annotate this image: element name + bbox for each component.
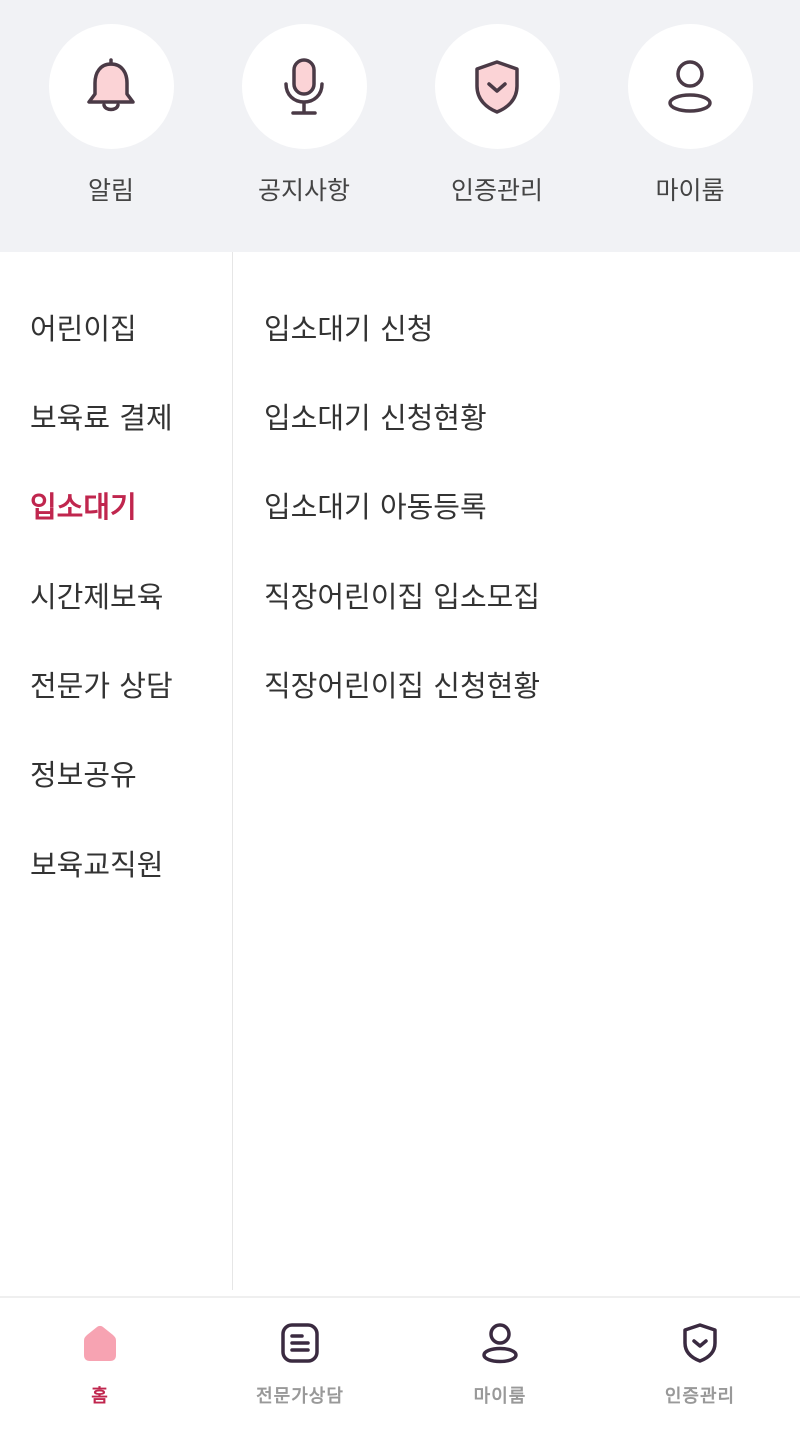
submenu-waitlist-apply[interactable]: 입소대기 신청 — [264, 306, 433, 348]
shortcut-certification[interactable]: 인증관리 — [422, 24, 572, 224]
shortcut-myroom[interactable]: 마이룸 — [615, 24, 765, 224]
nav-certification[interactable]: 인증관리 — [600, 1298, 800, 1436]
submenu-workplace-status[interactable]: 직장어린이집 신청현황 — [264, 663, 540, 705]
category-staff[interactable]: 보육교직원 — [30, 842, 163, 884]
microphone-icon — [284, 57, 324, 115]
shortcut-label: 알림 — [87, 176, 134, 205]
category-expert-consult[interactable]: 전문가 상담 — [30, 663, 173, 705]
nav-label: 마이룸 — [473, 1386, 527, 1407]
shortcut-circle — [241, 24, 367, 149]
category-menu: 어린이집 보육료 결제 입소대기 시간제보육 전문가 상담 정보공유 보육교직원 — [0, 252, 233, 1290]
shield-icon — [683, 1323, 717, 1363]
category-daycare[interactable]: 어린이집 — [30, 306, 137, 348]
category-hourly-care[interactable]: 시간제보육 — [30, 574, 163, 616]
shortcut-circle — [434, 24, 560, 149]
bell-icon — [87, 57, 135, 111]
submenu-waitlist-status[interactable]: 입소대기 신청현황 — [264, 395, 487, 437]
category-waitlist[interactable]: 입소대기 — [30, 484, 137, 526]
nav-home[interactable]: 홈 — [0, 1298, 200, 1436]
home-icon — [84, 1325, 116, 1361]
menu-area: 어린이집 보육료 결제 입소대기 시간제보육 전문가 상담 정보공유 보육교직원… — [0, 252, 800, 1292]
bottom-nav: 홈 전문가상담 마이룸 인증관리 — [0, 1296, 800, 1436]
document-icon — [281, 1323, 319, 1363]
nav-label: 전문가상담 — [256, 1386, 344, 1407]
shortcut-label: 공지사항 — [257, 176, 350, 205]
nav-label: 홈 — [91, 1386, 109, 1407]
nav-label: 인증관리 — [664, 1386, 736, 1407]
nav-myroom[interactable]: 마이룸 — [400, 1298, 600, 1436]
submenu-workplace-recruit[interactable]: 직장어린이집 입소모집 — [264, 574, 540, 616]
shortcut-circle — [627, 24, 753, 149]
category-childcare-payment[interactable]: 보육료 결제 — [30, 395, 173, 437]
category-info-share[interactable]: 정보공유 — [30, 752, 137, 794]
nav-expert-consult[interactable]: 전문가상담 — [200, 1298, 400, 1436]
user-icon — [668, 59, 712, 113]
shortcut-label: 인증관리 — [450, 176, 543, 205]
shortcut-notices[interactable]: 공지사항 — [229, 24, 379, 224]
shortcut-circle — [48, 24, 174, 149]
shortcut-label: 마이룸 — [655, 176, 725, 205]
submenu-child-register[interactable]: 입소대기 아동등록 — [264, 484, 487, 526]
user-icon — [482, 1323, 518, 1364]
shield-icon — [475, 59, 519, 114]
shortcut-notifications[interactable]: 알림 — [36, 24, 186, 224]
shortcut-panel: 알림 공지사항 인증관리 마이룸 — [0, 0, 800, 252]
